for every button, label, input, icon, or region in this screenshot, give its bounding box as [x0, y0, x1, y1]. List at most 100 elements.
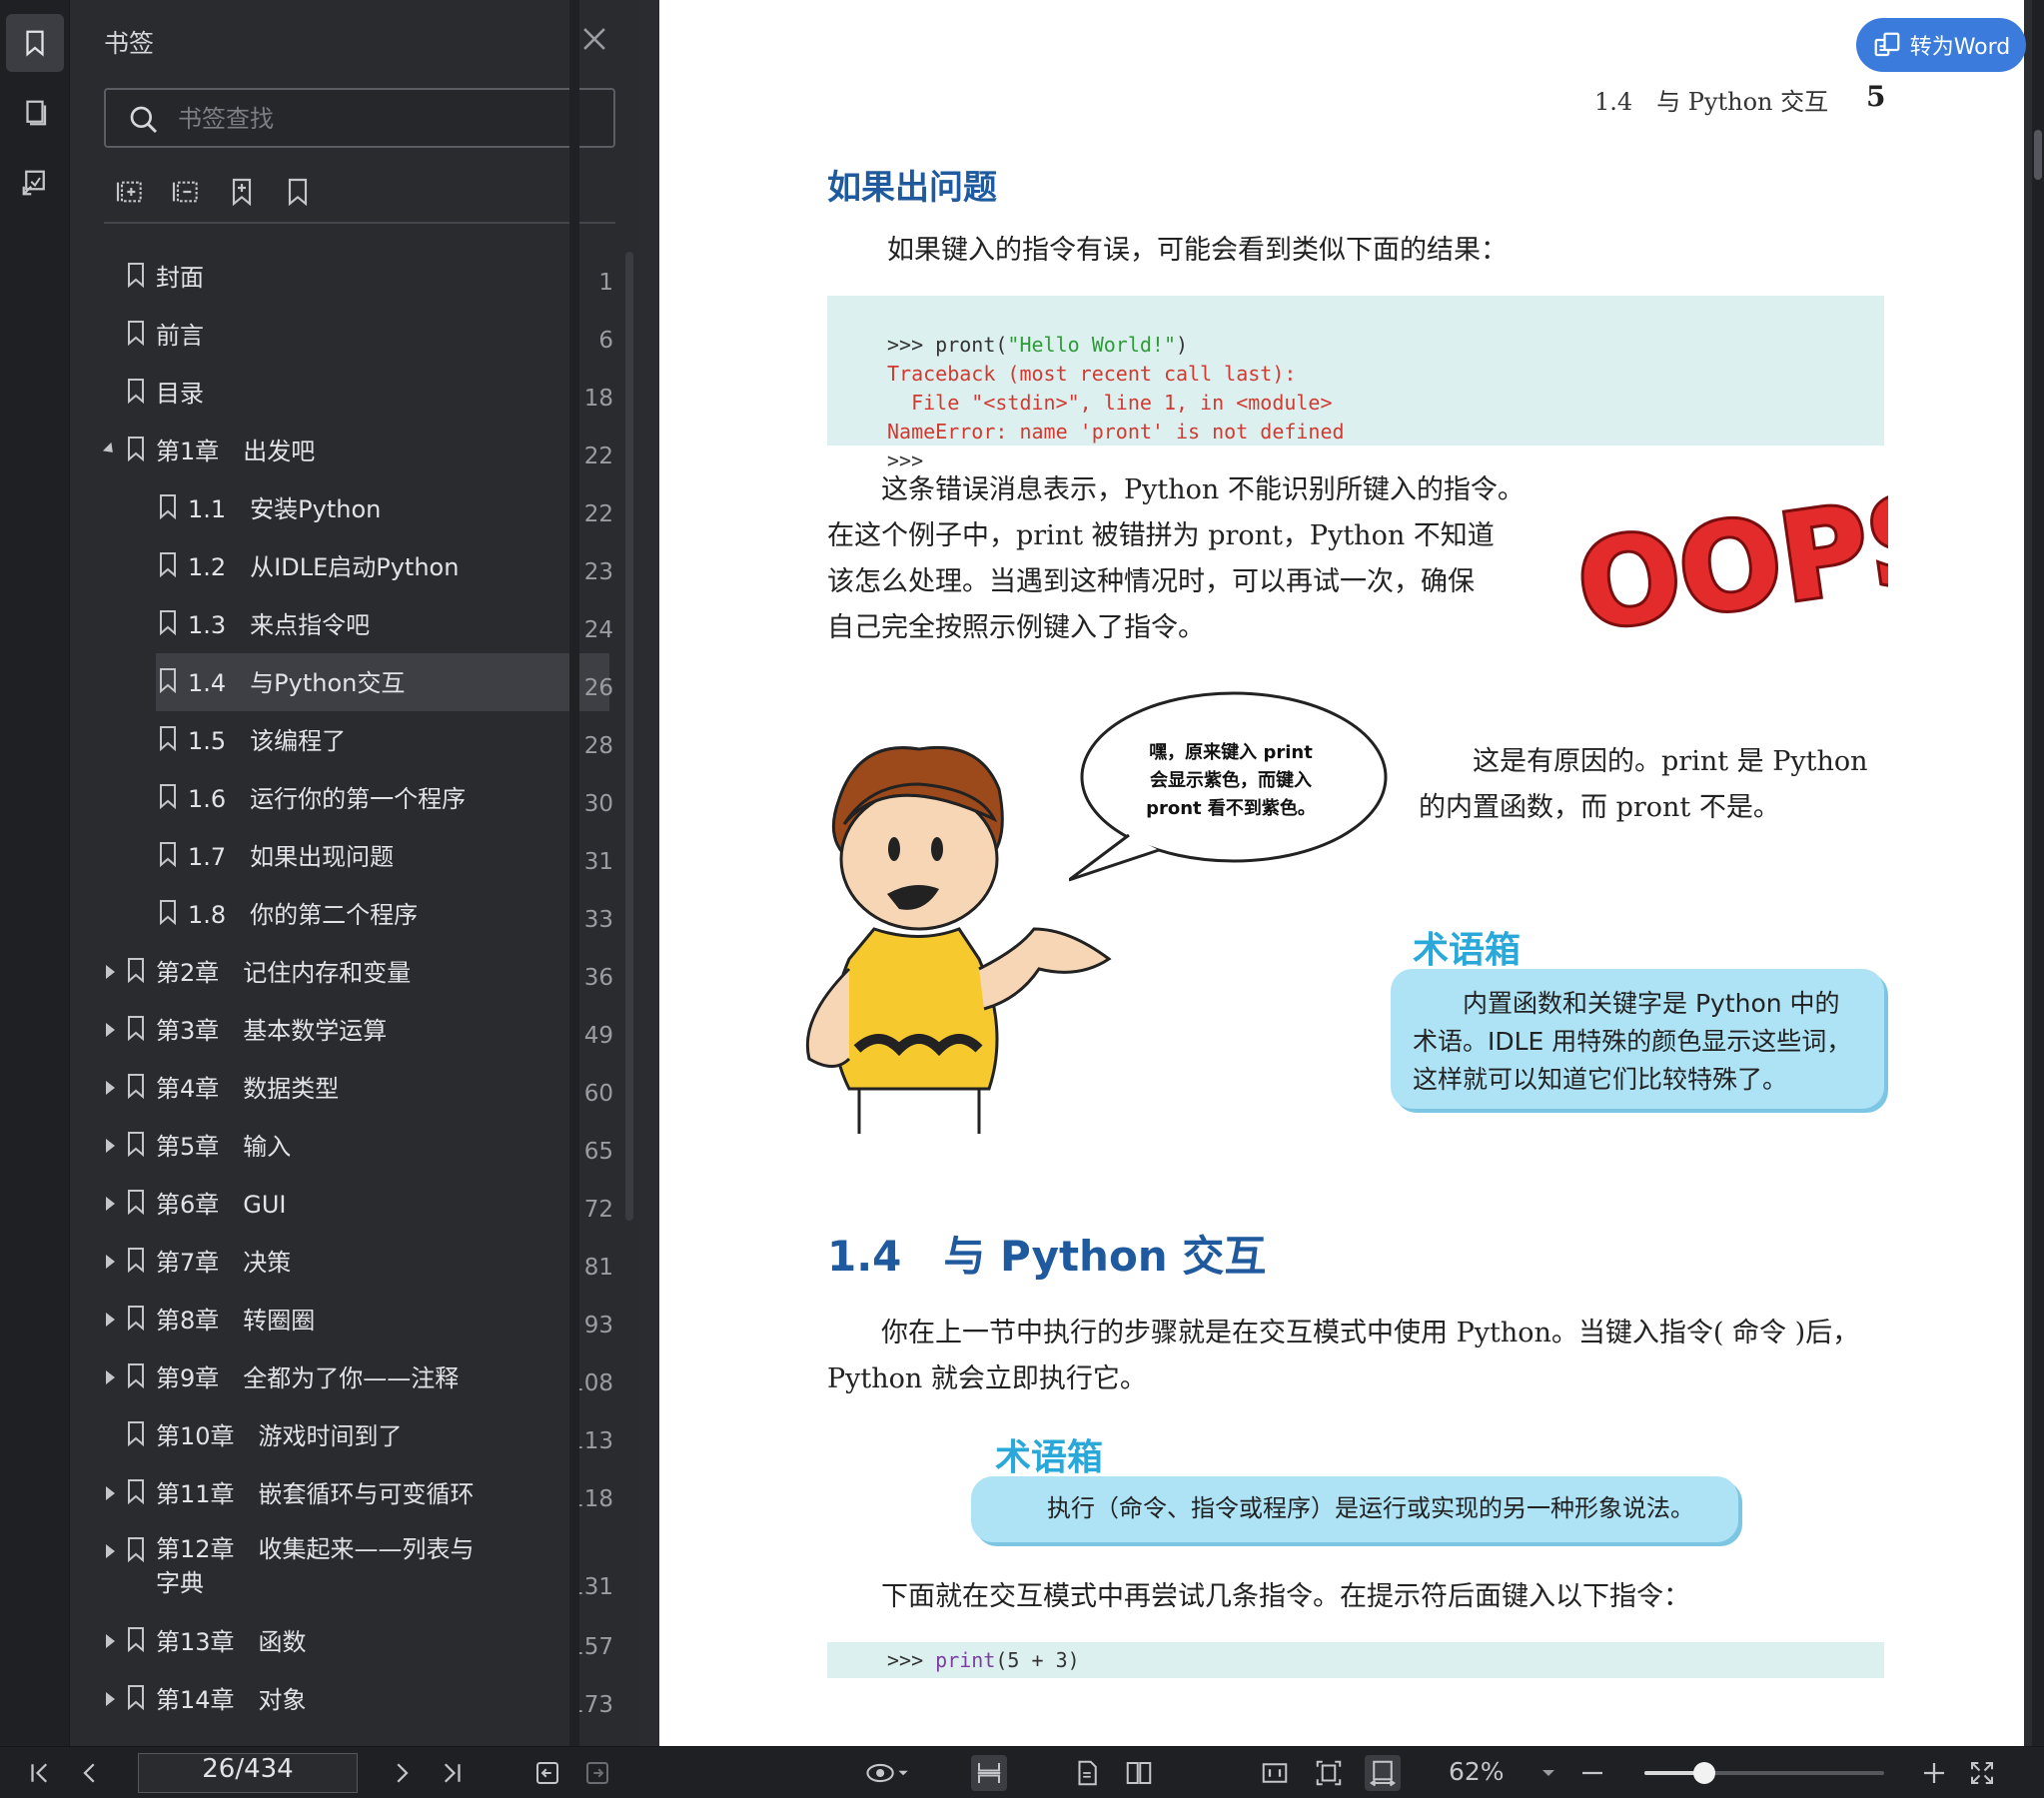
bookmark-item[interactable]: 1.4 与Python交互 26	[70, 653, 619, 711]
bottom-toolbar: 26/434 62%	[0, 1746, 2044, 1798]
bookmark-item[interactable]: 1.6 运行你的第一个程序 30	[70, 769, 619, 827]
prev-page-button[interactable]	[72, 1755, 108, 1791]
bookmark-icon	[126, 1626, 146, 1653]
expand-arrow-icon[interactable]	[106, 1634, 115, 1648]
next-page-button[interactable]	[384, 1755, 420, 1791]
continuous-scroll-button[interactable]	[971, 1755, 1007, 1791]
fullscreen-button[interactable]	[1964, 1755, 2000, 1791]
bookmark-icon	[158, 725, 178, 752]
expand-arrow-icon[interactable]	[106, 1692, 115, 1706]
two-page-button[interactable]	[1121, 1755, 1157, 1791]
actual-size-button[interactable]	[1257, 1755, 1293, 1791]
single-page-button[interactable]	[1069, 1755, 1105, 1791]
oops-text: OOPS!	[1569, 469, 1888, 649]
bookmark-item[interactable]: 1.1 安装Python 22	[70, 479, 619, 537]
bookmark-item[interactable]: 第4章 数据类型 60	[70, 1059, 619, 1117]
bookmark-item[interactable]: 1.5 该编程了 28	[70, 711, 619, 769]
forward-button[interactable]	[579, 1755, 615, 1791]
bookmark-page-number: 118	[569, 1486, 613, 1512]
bookmark-label: 第12章 收集起来——列表与字典	[156, 1535, 475, 1597]
bookmark-item[interactable]: 封面 1	[70, 248, 619, 306]
back-button[interactable]	[529, 1755, 565, 1791]
expand-arrow-icon[interactable]	[106, 1139, 115, 1153]
expand-arrow-icon[interactable]	[106, 1255, 115, 1269]
expand-all-icon	[116, 181, 142, 203]
term-box-title: 术语箱	[995, 1437, 1104, 1478]
page-number-input[interactable]: 26/434	[138, 1753, 358, 1793]
bookmark-label: 第3章 基本数学运算	[156, 1017, 388, 1045]
panel-divider	[104, 222, 615, 224]
fit-width-button[interactable]	[1365, 1755, 1401, 1791]
close-icon[interactable]	[577, 22, 611, 56]
bookmark-item[interactable]: 1.2 从IDLE启动Python 23	[70, 537, 619, 595]
expand-arrow-icon[interactable]	[106, 1544, 115, 1558]
fit-width-icon	[1369, 1760, 1397, 1787]
zoom-dropdown[interactable]	[1536, 1755, 1560, 1791]
add-bookmark-button[interactable]	[226, 176, 258, 208]
bookmark-item[interactable]: 第12章 收集起来——列表与字典 131	[70, 1522, 619, 1612]
collapse-all-button[interactable]	[170, 176, 202, 208]
bookmark-item[interactable]: 目录 18	[70, 364, 619, 422]
expand-arrow-icon[interactable]	[106, 1370, 115, 1384]
expand-arrow-icon[interactable]	[106, 1486, 115, 1500]
bookmark-item[interactable]: 第13章 函数 157	[70, 1612, 619, 1670]
bookmark-item[interactable]: 1.3 来点指令吧 24	[70, 595, 619, 653]
bookmark-page-number: 60	[583, 1081, 613, 1107]
collapse-arrow-icon[interactable]	[102, 442, 118, 457]
bookmark-item[interactable]: 第8章 转圈圈 93	[70, 1291, 619, 1348]
bookmark-label: 第8章 转圈圈	[156, 1307, 316, 1335]
remove-bookmark-button[interactable]	[282, 176, 314, 208]
annotation-panel-button[interactable]	[6, 154, 64, 212]
bookmark-item[interactable]: 第11章 嵌套循环与可变循环 118	[70, 1464, 619, 1522]
bookmark-icon	[126, 320, 146, 347]
bookmark-page-number: 173	[569, 1692, 613, 1718]
bookmark-item[interactable]: 前言 6	[70, 306, 619, 364]
expand-arrow-icon[interactable]	[106, 965, 115, 979]
bookmark-item[interactable]: 第10章 游戏时间到了 113	[70, 1406, 619, 1464]
bookmark-item[interactable]: 第9章 全都为了你——注释 108	[70, 1348, 619, 1406]
scrollbar-thumb[interactable]	[2034, 130, 2042, 180]
bookmark-panel-button[interactable]	[6, 14, 64, 72]
bookmark-item[interactable]: 第1章 出发吧 22	[70, 422, 619, 479]
zoom-level[interactable]: 62%	[1449, 1757, 1505, 1786]
convert-to-word-button[interactable]: 转为Word	[1856, 18, 2026, 72]
term-box-title: 术语箱	[1413, 930, 1522, 971]
bookmark-icon	[126, 1478, 146, 1505]
zoom-slider[interactable]	[1644, 1762, 1884, 1784]
expand-arrow-icon[interactable]	[106, 1081, 115, 1095]
bookmark-item[interactable]: 1.8 你的第二个程序 33	[70, 885, 619, 943]
bookmark-item[interactable]: 第3章 基本数学运算 49	[70, 1001, 619, 1059]
bookmark-item[interactable]: 第2章 记住内存和变量 36	[70, 943, 619, 1001]
bookmark-icon	[126, 1073, 146, 1100]
bookmark-item[interactable]: 第6章 GUI 72	[70, 1175, 619, 1233]
term-box: 内置函数和关键字是 Python 中的 术语。IDLE 用特殊的颜色显示这些词，…	[1391, 969, 1884, 1109]
first-page-button[interactable]	[22, 1755, 58, 1791]
panel-scrollbar[interactable]	[625, 252, 633, 1221]
bookmark-item[interactable]: 第7章 决策 81	[70, 1233, 619, 1291]
code-block-print: >>> print(5 + 3)	[827, 1642, 1884, 1678]
bookmark-label: 第6章 GUI	[156, 1191, 287, 1219]
bookmark-item[interactable]: 1.7 如果出现问题 31	[70, 827, 619, 885]
zoom-slider-knob[interactable]	[1693, 1762, 1715, 1784]
thumbnail-panel-button[interactable]	[6, 84, 64, 142]
term-line: 术语。IDLE 用特殊的颜色显示这些词，	[1413, 1027, 1852, 1056]
term-line: 内置函数和关键字是 Python 中的	[1413, 989, 1840, 1018]
text-line: 你在上一节中执行的步骤就是在交互模式中使用 Python。当键入指令( 命令 )…	[827, 1318, 1860, 1348]
bookmark-icon	[126, 1362, 146, 1389]
last-page-button[interactable]	[434, 1755, 470, 1791]
expand-arrow-icon[interactable]	[106, 1313, 115, 1327]
bookmark-search-input[interactable]	[178, 100, 597, 138]
expand-all-button[interactable]	[114, 176, 146, 208]
expand-arrow-icon[interactable]	[106, 1197, 115, 1211]
section-title: 1.4 与 Python 交互	[827, 1232, 1267, 1281]
zoom-in-button[interactable]	[1916, 1755, 1952, 1791]
bookmark-page-number: 6	[598, 328, 613, 354]
bookmark-item[interactable]: 第5章 输入 65	[70, 1117, 619, 1175]
expand-arrow-icon[interactable]	[106, 1023, 115, 1037]
fit-page-button[interactable]	[1311, 1755, 1347, 1791]
panel-splitter[interactable]	[569, 0, 579, 1746]
document-scrollbar[interactable]	[2032, 0, 2044, 1746]
eye-care-button[interactable]	[857, 1755, 917, 1791]
bookmark-item[interactable]: 第14章 对象 173	[70, 1670, 619, 1728]
zoom-out-button[interactable]	[1574, 1755, 1610, 1791]
